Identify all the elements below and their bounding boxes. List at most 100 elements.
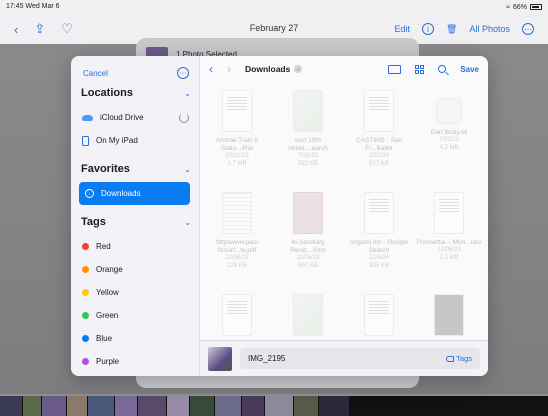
file-item[interactable] <box>346 294 412 336</box>
sidebar-item-tag-yellow[interactable]: Yellow <box>71 281 199 304</box>
file-size: 922 KB <box>298 160 318 167</box>
file-thumbnail <box>293 192 323 234</box>
sidebar-item-tag-green[interactable]: Green <box>71 304 199 327</box>
downloads-icon: ↓ <box>85 189 94 198</box>
trash-icon[interactable]: 🗑 <box>446 24 457 35</box>
file-size: 305 KB <box>369 262 389 269</box>
status-right: ≈ 66% <box>506 3 542 11</box>
file-item[interactable]: Poinsettia – Mon...ues 12/06/23 2.1 MB <box>416 192 482 262</box>
back-chevron-icon[interactable]: ‹ <box>14 22 18 37</box>
file-item[interactable]: Amtrak Train 5 Statu...iRat 10/01/23 1.7… <box>204 90 270 168</box>
files-sidebar: Cancel ⋯ Locations ⌄ iCloud Drive On My … <box>71 56 200 376</box>
photo-thumbnail <box>208 346 232 371</box>
sidebar-item-label: Purple <box>96 357 120 366</box>
purple-tag-dot-icon <box>82 358 89 365</box>
sidebar-item-tag-purple[interactable]: Purple <box>71 350 199 373</box>
photo-thumbnail-strip[interactable] <box>0 396 548 416</box>
file-date: 12/08/23 <box>225 255 249 262</box>
filename-field[interactable]: IMG_2195 Tags <box>240 348 480 369</box>
sidebar-item-tag-red[interactable]: Red <box>71 235 199 258</box>
tags-chevron-icon: ⌄ <box>184 217 191 227</box>
file-size: 627 KB <box>369 160 389 167</box>
wifi-icon: ≈ <box>506 3 510 11</box>
file-name: CASTING - San Fr...Ballet <box>355 137 403 153</box>
more-options-icon[interactable]: ⋯ <box>522 23 534 35</box>
info-icon[interactable]: i <box>422 23 435 35</box>
file-date: 12/06/23 <box>437 247 461 254</box>
file-name: Dart Body.stl <box>430 129 468 136</box>
files-browser: ‹ › Downloads ⌄ Save Amtrak Train 5 Stat… <box>200 56 488 376</box>
sidebar-item-downloads[interactable]: ↓ Downloads <box>79 182 190 205</box>
search-icon[interactable] <box>438 65 447 73</box>
locations-chevron-icon: ⌄ <box>184 88 191 98</box>
favorites-section-header[interactable]: Favorites ⌄ <box>71 156 199 182</box>
file-item[interactable]: Dart Body.stl 7/03/21 4.2 MB <box>416 90 482 152</box>
folder-menu-chevron-icon[interactable]: ⌄ <box>294 65 303 73</box>
heart-icon[interactable]: ♡ <box>61 21 73 37</box>
toolbar-actions: Save <box>388 64 479 74</box>
sidebar-more-icon[interactable]: ⋯ <box>177 67 189 79</box>
edit-button[interactable]: Edit <box>395 24 411 34</box>
current-folder-title[interactable]: Downloads <box>245 64 290 74</box>
file-thumbnail <box>222 192 252 234</box>
save-bottom-bar: IMG_2195 Tags <box>200 340 488 376</box>
sidebar-item-label: Yellow <box>96 288 119 297</box>
photos-top-left: ‹ ⇪ ♡ <box>14 21 73 37</box>
sidebar-item-label: iCloud Drive <box>100 113 144 122</box>
sidebar-item-icloud-drive[interactable]: iCloud Drive <box>71 106 199 129</box>
file-thumbnail <box>364 294 394 336</box>
file-name: origami iris - Google Search <box>349 239 409 255</box>
tags-section-header[interactable]: Tags ⌄ <box>71 209 199 235</box>
file-item[interactable]: CASTING - San Fr...Ballet 2/02/24 627 KB <box>346 90 412 168</box>
file-item[interactable] <box>416 294 482 336</box>
file-date: 10/01/23 <box>225 153 249 160</box>
blue-tag-dot-icon <box>82 335 89 342</box>
file-item[interactable]: In-Sandiary Recip...Smo 11/05/23 857 KB <box>275 192 341 270</box>
file-thumbnail <box>293 294 323 336</box>
tags-heading: Tags <box>81 216 106 228</box>
file-name: In-Sandiary Recip...Smo <box>290 239 326 255</box>
file-name: Poinsettia – Mon...ues <box>416 239 482 246</box>
file-thumbnail <box>293 90 323 132</box>
green-tag-dot-icon <box>82 312 89 319</box>
save-button[interactable]: Save <box>460 65 479 74</box>
file-thumbnail <box>222 90 252 132</box>
view-options-grid-icon[interactable] <box>415 64 425 74</box>
favorites-chevron-icon: ⌄ <box>184 164 191 174</box>
file-name: burt 19th street....earch <box>288 137 328 153</box>
locations-heading: Locations <box>81 87 133 99</box>
filename-text: IMG_2195 <box>248 354 286 363</box>
file-date: 11/05/23 <box>296 255 320 262</box>
status-bar: 17:45 Wed Mar 6 ≈ 66% <box>0 0 548 14</box>
file-item[interactable]: httpswww.paci ficsurf...le.pdf 12/08/23 … <box>204 192 270 270</box>
back-button[interactable]: ‹ <box>209 62 213 76</box>
sidebar-item-tag-blue[interactable]: Blue <box>71 327 199 350</box>
sync-spinner-icon <box>179 112 189 123</box>
locations-section-header[interactable]: Locations ⌄ <box>71 80 199 106</box>
file-thumbnail <box>434 192 464 234</box>
file-size: 1.7 MB <box>227 160 247 167</box>
file-item[interactable]: burt 19th street....earch 7/28/23 922 KB <box>275 90 341 168</box>
file-size: 2.1 MB <box>439 254 459 261</box>
cancel-button[interactable]: Cancel <box>83 69 108 78</box>
file-date: 2/02/24 <box>368 153 390 160</box>
tags-button[interactable]: Tags <box>446 354 472 363</box>
file-name: httpswww.paci ficsurf...le.pdf <box>216 239 258 255</box>
file-date: 7/03/21 <box>438 137 460 144</box>
file-item[interactable] <box>275 294 341 336</box>
file-size: 4.2 MB <box>439 144 459 151</box>
new-folder-icon[interactable] <box>388 64 402 74</box>
sidebar-item-on-my-ipad[interactable]: On My iPad <box>71 129 199 152</box>
ipad-icon <box>82 135 89 146</box>
file-item[interactable]: origami iris - Google Search 1/26/24 305… <box>346 192 412 270</box>
share-icon[interactable]: ⇪ <box>34 21 45 37</box>
forward-button[interactable]: › <box>227 62 231 76</box>
file-thumbnail <box>222 294 252 336</box>
all-photos-button[interactable]: All Photos <box>469 24 510 34</box>
tags-label: Tags <box>456 354 472 363</box>
photos-top-right: Edit i 🗑 All Photos ⋯ <box>395 23 534 35</box>
file-date: 1/26/24 <box>368 255 390 262</box>
sidebar-item-tag-orange[interactable]: Orange <box>71 258 199 281</box>
file-grid: Amtrak Train 5 Statu...iRat 10/01/23 1.7… <box>200 82 488 340</box>
file-item[interactable] <box>204 294 270 336</box>
